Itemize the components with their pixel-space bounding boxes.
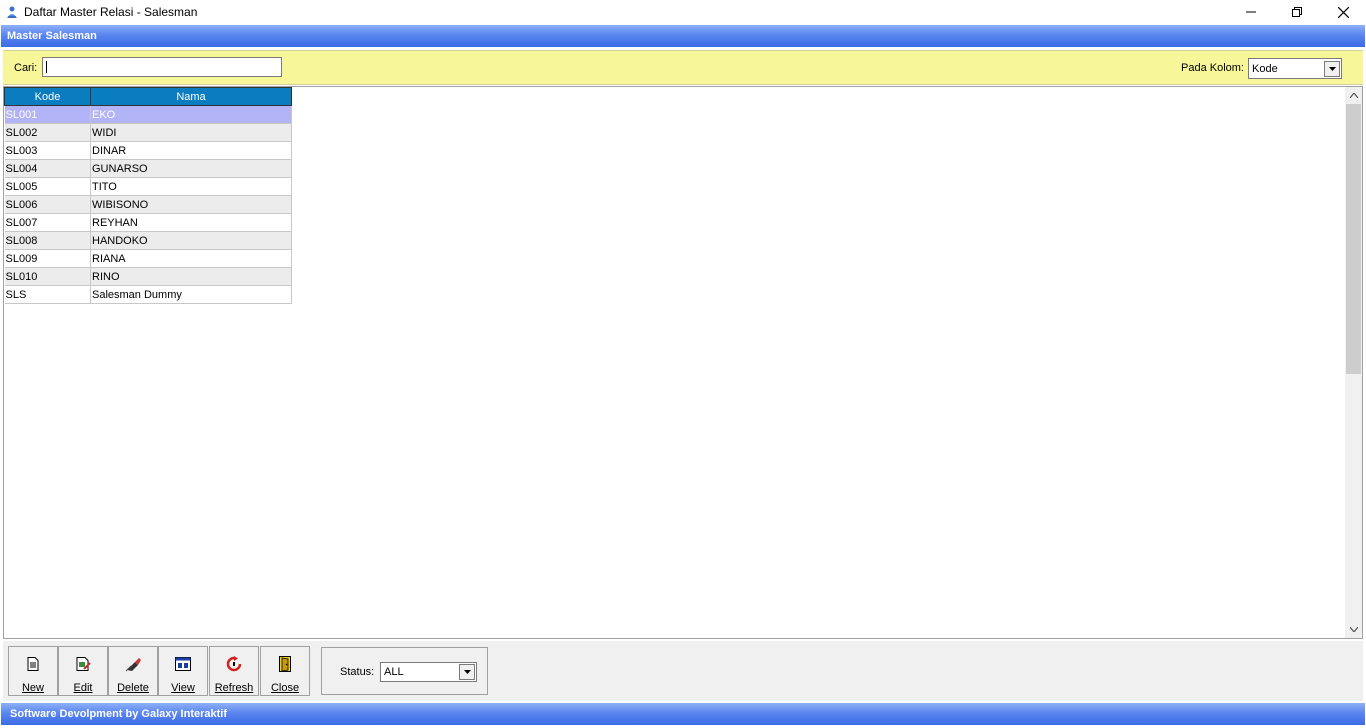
cell-kode[interactable]: SL003: [4, 141, 91, 160]
table-row[interactable]: SLS Salesman Dummy: [4, 285, 292, 304]
scroll-up-icon[interactable]: [1345, 87, 1362, 104]
minimize-icon: [1246, 11, 1256, 13]
cell-nama[interactable]: RIANA: [90, 249, 292, 268]
cell-nama[interactable]: Salesman Dummy: [90, 285, 292, 304]
footer-text: Software Devolpment by Galaxy Interaktif: [10, 708, 228, 720]
cell-nama[interactable]: DINAR: [90, 141, 292, 160]
vertical-scrollbar[interactable]: [1345, 87, 1362, 638]
footer-bar: Software Devolpment by Galaxy Interaktif: [1, 703, 1365, 725]
cell-nama[interactable]: TITO: [90, 177, 292, 196]
status-select[interactable]: ALL: [380, 662, 477, 682]
restore-icon: [1292, 7, 1302, 17]
column-header-nama[interactable]: Nama: [90, 87, 292, 106]
cell-nama[interactable]: RINO: [90, 267, 292, 286]
search-input[interactable]: [42, 57, 282, 77]
view-button-label: View: [171, 682, 195, 694]
delete-eraser-icon: [125, 656, 141, 672]
cell-kode[interactable]: SL004: [4, 159, 91, 178]
column-header-kode[interactable]: Kode: [4, 87, 91, 106]
cell-kode[interactable]: SL009: [4, 249, 91, 268]
new-document-icon: [25, 656, 41, 672]
form-header: Master Salesman: [1, 25, 1365, 47]
cell-kode[interactable]: SL002: [4, 123, 91, 142]
status-value: ALL: [384, 666, 404, 678]
edit-button-label: Edit: [73, 682, 93, 694]
cell-nama[interactable]: GUNARSO: [90, 159, 292, 178]
dropdown-arrow-icon[interactable]: [1324, 60, 1340, 77]
close-icon: [1337, 6, 1349, 18]
search-column-label: Pada Kolom:: [1181, 62, 1244, 74]
edit-button[interactable]: Edit: [58, 646, 108, 696]
refresh-button[interactable]: Refresh: [209, 646, 259, 696]
refresh-icon: [226, 656, 242, 672]
form-header-title: Master Salesman: [7, 30, 97, 42]
dropdown-arrow-icon[interactable]: [459, 664, 475, 680]
close-button-label: Close: [270, 682, 300, 694]
cell-kode[interactable]: SL001: [4, 105, 91, 124]
delete-button-label: Delete: [117, 682, 149, 694]
table-row[interactable]: SL001 EKO: [4, 105, 292, 124]
status-filter-group: Status: ALL: [321, 647, 488, 695]
view-button[interactable]: View: [158, 646, 208, 696]
cell-nama[interactable]: WIBISONO: [90, 195, 292, 214]
search-label: Cari:: [14, 62, 38, 74]
table-row[interactable]: SL007 REYHAN: [4, 213, 292, 232]
minimize-button[interactable]: [1228, 0, 1274, 24]
delete-button[interactable]: Delete: [108, 646, 158, 696]
cell-nama[interactable]: REYHAN: [90, 213, 292, 232]
cell-kode[interactable]: SL010: [4, 267, 91, 286]
cell-nama[interactable]: WIDI: [90, 123, 292, 142]
cell-kode[interactable]: SLS: [4, 285, 91, 304]
view-window-icon: [175, 656, 191, 672]
grid-header-row: Kode Nama: [4, 87, 292, 106]
new-button-label: New: [21, 682, 44, 694]
salesman-grid: Kode Nama SL001 EKO SL002 WIDI SL003 DINAR SL0…: [4, 87, 292, 304]
app-person-icon: [4, 4, 20, 20]
data-grid-area: Kode Nama SL001 EKO SL002 WIDI SL003 DINAR SL0…: [3, 86, 1363, 639]
window-title: Daftar Master Relasi - Salesman: [24, 5, 198, 19]
refresh-button-label: Refresh: [214, 682, 254, 694]
search-column-value: Kode: [1252, 62, 1278, 75]
search-column-select[interactable]: Kode: [1248, 58, 1342, 79]
cell-nama[interactable]: EKO: [90, 105, 292, 124]
new-button[interactable]: New: [8, 646, 58, 696]
table-row[interactable]: SL003 DINAR: [4, 141, 292, 160]
close-window-button[interactable]: [1320, 0, 1366, 24]
table-row[interactable]: SL009 RIANA: [4, 249, 292, 268]
cell-kode[interactable]: SL007: [4, 213, 91, 232]
status-label: Status:: [340, 666, 375, 678]
bottom-toolbar: New Edit Delete View Refresh Close Statu…: [3, 641, 1363, 701]
table-row[interactable]: SL008 HANDOKO: [4, 231, 292, 250]
table-row[interactable]: SL005 TITO: [4, 177, 292, 196]
text-caret: [46, 61, 47, 73]
cell-kode[interactable]: SL008: [4, 231, 91, 250]
scroll-down-icon[interactable]: [1345, 621, 1362, 638]
cell-kode[interactable]: SL005: [4, 177, 91, 196]
search-panel: Cari: Pada Kolom: Kode: [3, 50, 1363, 85]
table-row[interactable]: SL010 RINO: [4, 267, 292, 286]
table-row[interactable]: SL002 WIDI: [4, 123, 292, 142]
edit-document-icon: [75, 656, 91, 672]
restore-button[interactable]: [1274, 0, 1320, 24]
close-button[interactable]: Close: [260, 646, 310, 696]
scrollbar-thumb[interactable]: [1346, 104, 1361, 374]
cell-kode[interactable]: SL006: [4, 195, 91, 214]
table-row[interactable]: SL006 WIBISONO: [4, 195, 292, 214]
cell-nama[interactable]: HANDOKO: [90, 231, 292, 250]
table-row[interactable]: SL004 GUNARSO: [4, 159, 292, 178]
close-door-icon: [277, 656, 293, 672]
title-bar: Daftar Master Relasi - Salesman: [0, 0, 1366, 24]
